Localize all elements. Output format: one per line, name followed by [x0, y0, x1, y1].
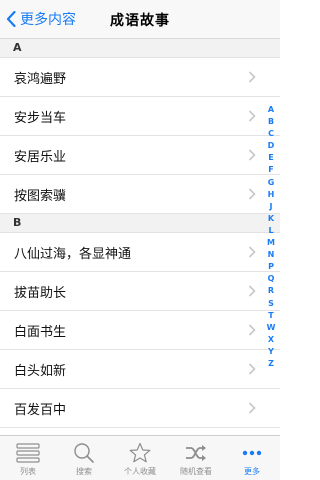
list-item-label: 八仙过海，各显神通 — [14, 247, 132, 262]
list-item[interactable]: 哀鸿遍野 — [0, 58, 280, 97]
index-letter-k[interactable]: K — [268, 213, 274, 225]
section-header-a: A — [0, 39, 280, 58]
index-letter-n[interactable]: N — [268, 249, 275, 261]
section-header-b: B — [0, 214, 280, 233]
list-item-label: 安居乐业 — [14, 150, 67, 165]
list-item-label: 哀鸿遍野 — [14, 72, 67, 87]
tab-list-label: 列表 — [20, 467, 36, 476]
list-item-label: 拔苗助长 — [14, 286, 67, 301]
tab-random-label: 随机查看 — [180, 467, 212, 476]
list-item[interactable]: 百发百中 — [0, 389, 280, 428]
shuffle-icon — [186, 445, 206, 461]
list-item-label: 百发百中 — [14, 403, 67, 418]
navigation-bar: 更多内容 成语故事 — [0, 0, 280, 39]
chevron-right-icon — [248, 285, 256, 297]
section-index[interactable]: A B C D E F G H J K L M N P Q R S T W X … — [265, 104, 277, 370]
chevron-right-icon — [248, 149, 256, 161]
index-letter-z[interactable]: Z — [268, 358, 274, 370]
search-icon — [74, 443, 94, 463]
list-item[interactable]: 白头如新 — [0, 350, 280, 389]
tab-random[interactable]: 随机查看 — [168, 436, 224, 480]
index-letter-q[interactable]: Q — [268, 273, 275, 285]
list-item-label: 白头如新 — [14, 364, 67, 379]
index-letter-g[interactable]: G — [268, 177, 275, 189]
index-letter-t[interactable]: T — [268, 310, 273, 322]
list-item-label: 安步当车 — [14, 111, 67, 126]
tab-favorites-label: 个人收藏 — [124, 467, 156, 476]
index-letter-m[interactable]: M — [267, 237, 275, 249]
index-letter-b[interactable]: B — [268, 116, 274, 128]
tab-list[interactable]: 列表 — [0, 436, 56, 480]
list-item-label: 白面书生 — [14, 325, 67, 340]
list-icon — [16, 443, 40, 463]
page-title: 成语故事 — [110, 13, 170, 29]
chevron-right-icon — [248, 402, 256, 414]
chevron-right-icon — [248, 188, 256, 200]
index-letter-c[interactable]: C — [268, 128, 274, 140]
chevron-right-icon — [248, 246, 256, 258]
index-letter-e[interactable]: E — [268, 152, 273, 164]
idiom-list[interactable]: A 哀鸿遍野 安步当车 安居乐业 按图索骥 B 八仙过海，各显神通 拔苗助长 白… — [0, 39, 280, 436]
index-letter-f[interactable]: F — [268, 164, 273, 176]
tab-bar: 列表 搜索 个人收藏 随机查看 更多 — [0, 435, 280, 480]
chevron-right-icon — [248, 71, 256, 83]
list-item[interactable]: 按图索骥 — [0, 175, 280, 214]
tab-search-label: 搜索 — [76, 467, 92, 476]
index-letter-y[interactable]: Y — [268, 346, 274, 358]
index-letter-s[interactable]: S — [268, 298, 274, 310]
index-letter-p[interactable]: P — [268, 261, 274, 273]
list-item[interactable]: 八仙过海，各显神通 — [0, 233, 280, 272]
index-letter-w[interactable]: W — [267, 322, 276, 334]
list-item[interactable]: 拔苗助长 — [0, 272, 280, 311]
more-icon — [242, 450, 262, 456]
index-letter-a[interactable]: A — [268, 104, 274, 116]
index-letter-j[interactable]: J — [270, 201, 273, 213]
list-item[interactable]: 安步当车 — [0, 97, 280, 136]
chevron-right-icon — [248, 110, 256, 122]
chevron-right-icon — [248, 363, 256, 375]
index-letter-d[interactable]: D — [268, 140, 275, 152]
index-letter-x[interactable]: X — [268, 334, 274, 346]
chevron-right-icon — [248, 324, 256, 336]
tab-search[interactable]: 搜索 — [56, 436, 112, 480]
list-item[interactable]: 安居乐业 — [0, 136, 280, 175]
index-letter-h[interactable]: H — [268, 189, 275, 201]
index-letter-l[interactable]: L — [268, 225, 273, 237]
tab-more[interactable]: 更多 — [224, 436, 280, 480]
index-letter-r[interactable]: R — [268, 285, 274, 297]
list-item[interactable]: 白面书生 — [0, 311, 280, 350]
star-icon — [129, 442, 151, 463]
tab-favorites[interactable]: 个人收藏 — [112, 436, 168, 480]
list-item-label: 按图索骥 — [14, 189, 67, 204]
tab-more-label: 更多 — [244, 467, 260, 476]
